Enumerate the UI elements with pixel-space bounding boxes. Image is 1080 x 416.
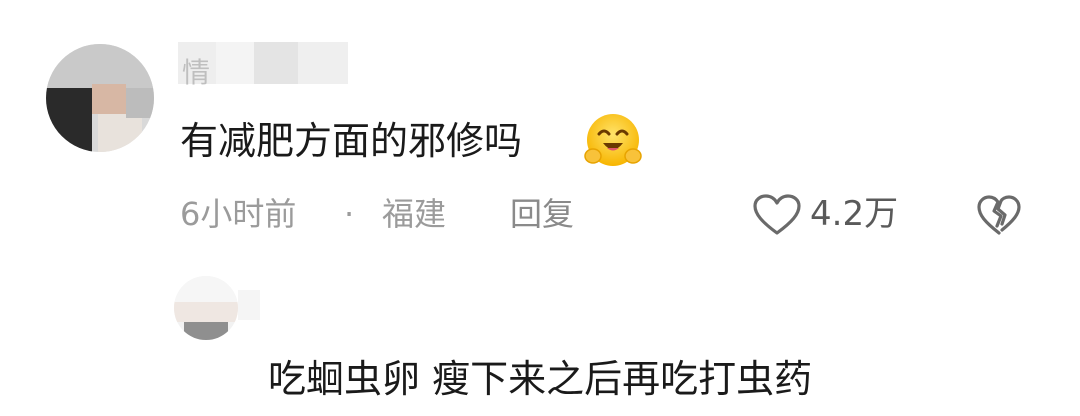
avatar-mosaic-block [184, 322, 228, 340]
username-text: 情 [182, 56, 233, 89]
reply-text: 吃蛔虫卵 瘦下来之后再吃打虫药 [268, 357, 813, 401]
username-obscured[interactable] [238, 290, 260, 320]
comment-meta: 6小时前 · 福建 回复 4.2万 [180, 190, 1060, 238]
broken-heart-outline-icon[interactable] [976, 194, 1022, 236]
avatar-mosaic-block [92, 84, 126, 114]
avatar-mosaic-block [98, 114, 142, 152]
avatar-mosaic-block [174, 276, 238, 302]
reply-button[interactable]: 回复 [510, 190, 574, 238]
reply-item: 吃蛔虫卵 瘦下来之后再吃打虫药 [0, 260, 1080, 416]
avatar[interactable] [46, 44, 154, 152]
comment-time: 6小时前 [180, 195, 297, 233]
comment-item: 情 有减肥方面的邪修吗 6小时前 · 福建 回复 4.2万 [0, 0, 1080, 250]
like-count: 4.2万 [810, 194, 899, 234]
avatar-mosaic-block [126, 88, 154, 118]
mosaic-block [254, 42, 298, 84]
avatar[interactable] [174, 276, 238, 340]
meta-separator: · [344, 195, 355, 233]
smiling-face-hugging-emoji-icon [584, 114, 642, 166]
avatar-mosaic-block [174, 302, 238, 322]
mosaic-block [298, 42, 348, 84]
username-obscured[interactable]: 情 [178, 42, 348, 89]
avatar-mosaic-block [46, 88, 92, 152]
avatar-mosaic-block [46, 44, 154, 88]
comment-thread: 情 有减肥方面的邪修吗 6小时前 · 福建 回复 4.2万 吃蛔虫卵 瘦下来之后… [0, 0, 1080, 416]
comment-text: 有减肥方面的邪修吗 [180, 119, 523, 163]
comment-location: 福建 [382, 195, 447, 233]
heart-outline-icon[interactable] [752, 194, 802, 236]
